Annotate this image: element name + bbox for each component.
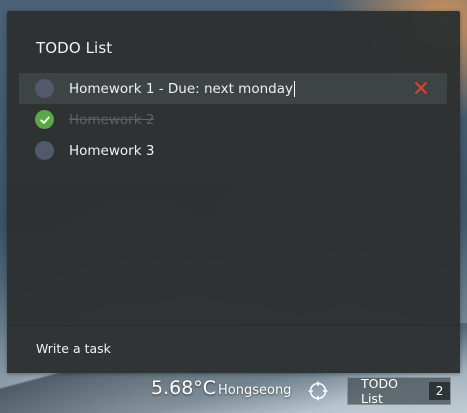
todo-list-toggle-button[interactable]: TODO List 2 [347,376,451,406]
crosshair-icon[interactable] [307,380,329,402]
task-checkbox-checked[interactable] [35,110,54,129]
city-name: Hongseong [218,383,292,398]
task-edit-input[interactable]: Homework 1 - Due: next monday [69,80,295,97]
checkmark-icon [39,115,50,124]
bottom-bar: 5.68°C Hongseong TODO List 2 [0,373,467,413]
task-label: Homework 3 [69,142,155,159]
task-checkbox[interactable] [35,141,54,160]
task-item[interactable]: Homework 2 [19,104,447,135]
task-item[interactable]: Homework 1 - Due: next monday [19,73,447,104]
todo-count-badge: 2 [429,382,450,400]
task-checkbox[interactable] [35,79,54,98]
close-x-icon[interactable] [414,81,428,95]
new-task-placeholder: Write a task [36,341,111,356]
task-item[interactable]: Homework 3 [19,135,447,166]
todo-button-label: TODO List [361,376,398,406]
temperature-readout: 5.68°C [151,377,217,399]
panel-title: TODO List [36,39,113,57]
task-list: Homework 1 - Due: next monday Homework 2… [19,73,447,166]
todo-panel: TODO List Homework 1 - Due: next monday … [7,11,460,373]
task-label: Homework 2 [69,111,155,128]
new-task-input[interactable]: Write a task [7,325,460,373]
